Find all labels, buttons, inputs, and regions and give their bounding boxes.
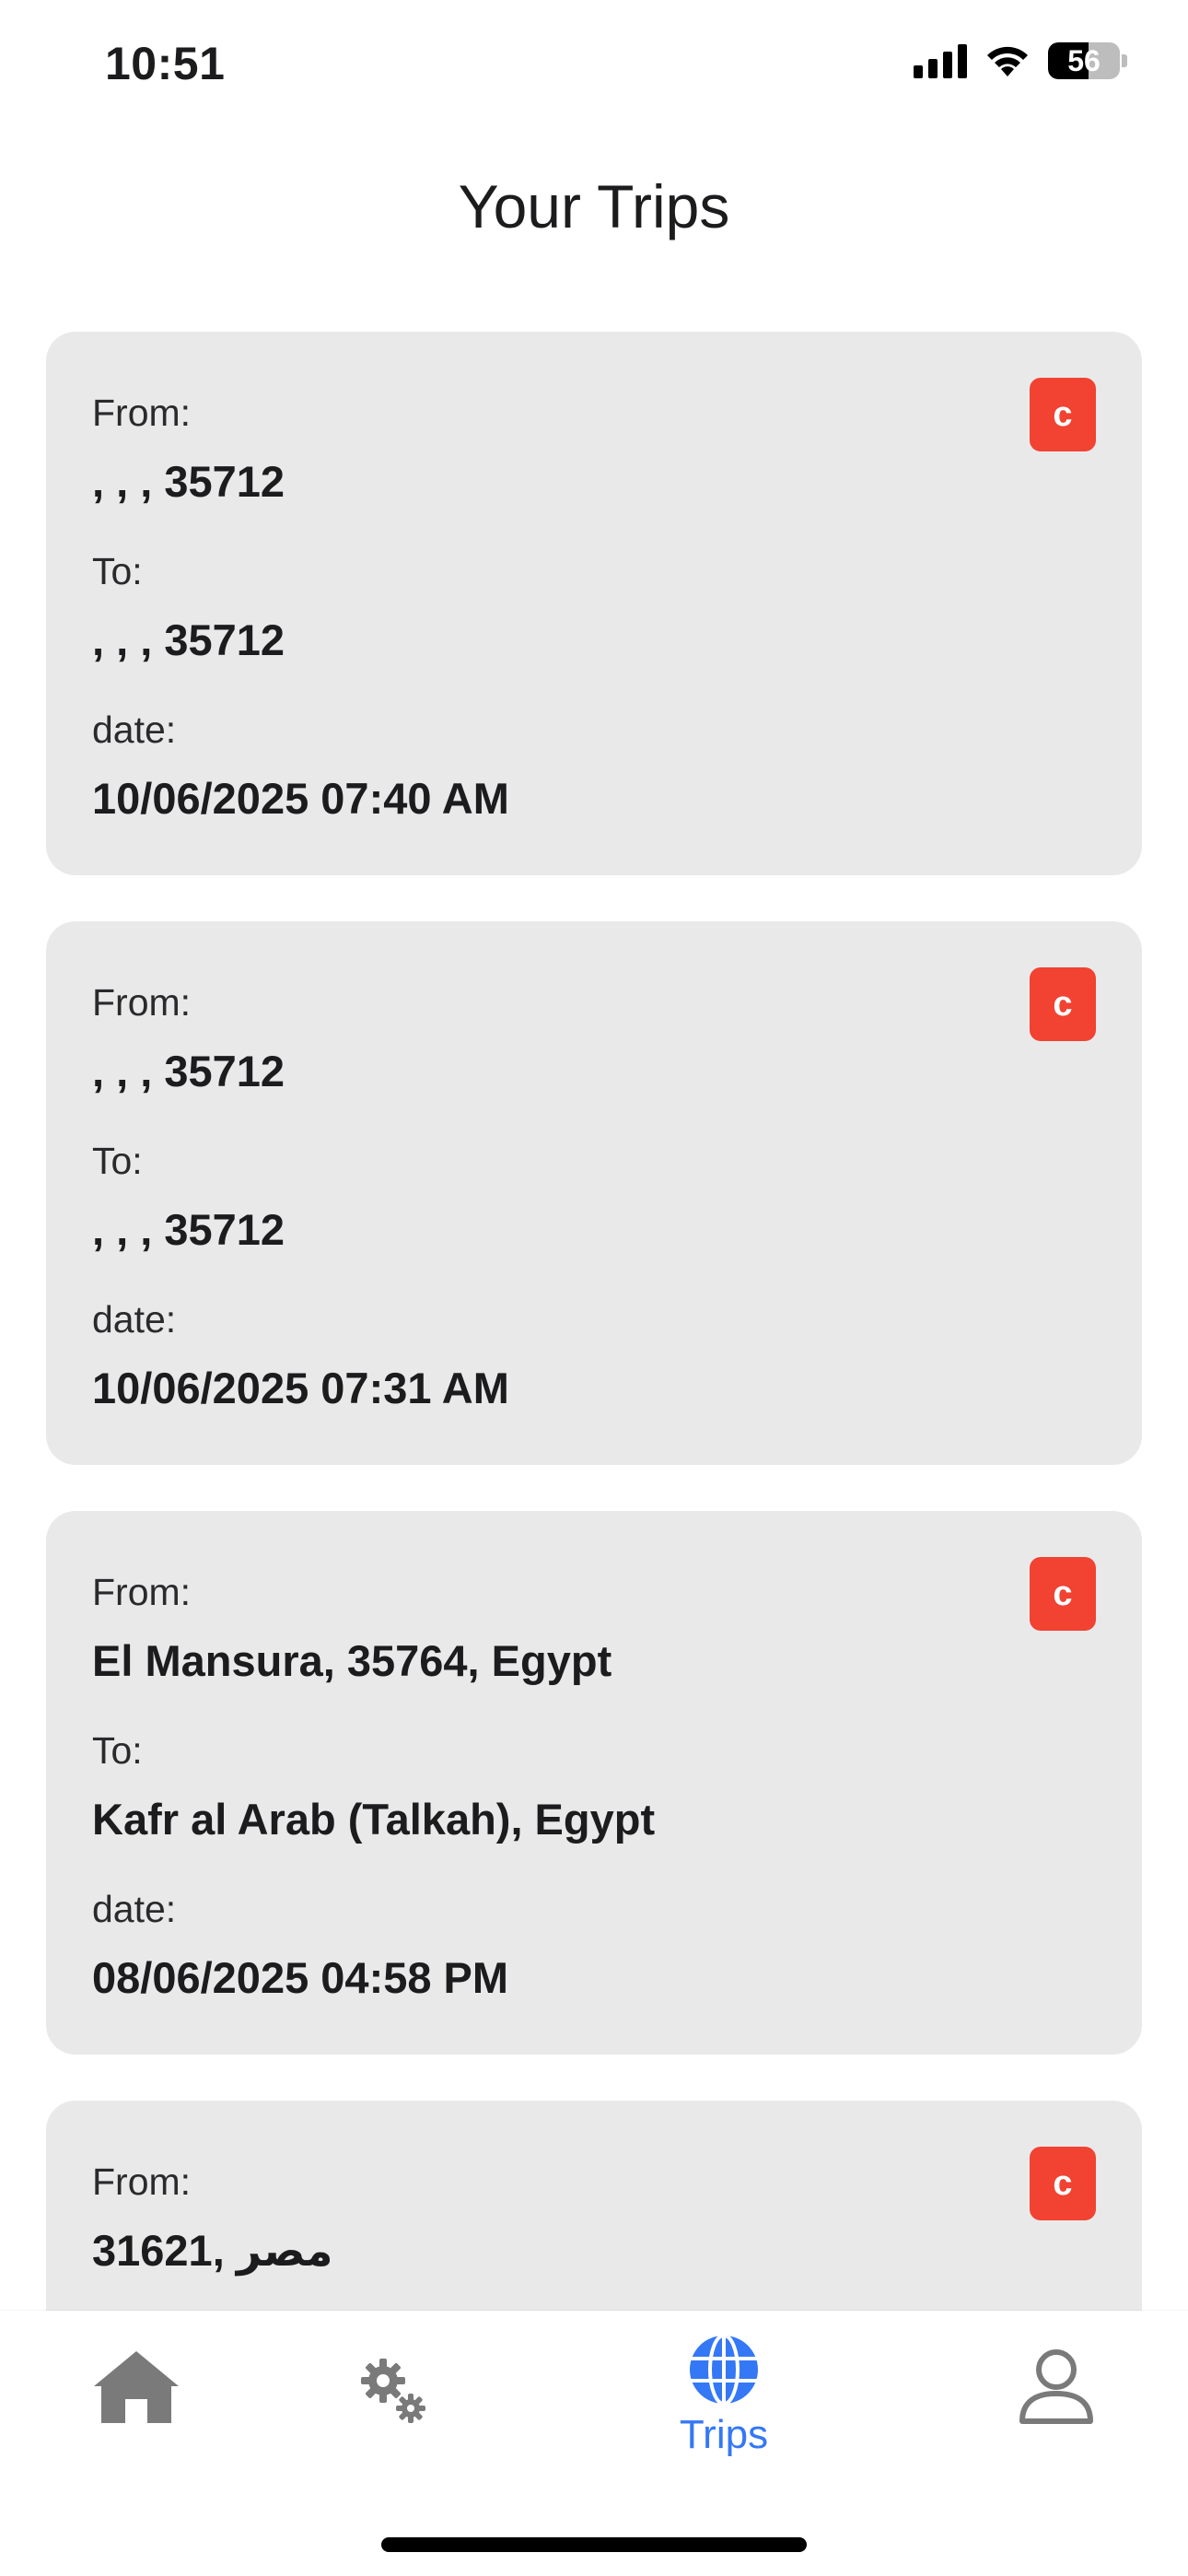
date-value: 08/06/2025 04:58 PM bbox=[92, 1953, 509, 2002]
user-icon bbox=[1019, 2349, 1093, 2424]
from-label: From: bbox=[92, 392, 192, 434]
status-bar: 10:51 56 bbox=[0, 0, 1188, 129]
date-value: 10/06/2025 07:40 AM bbox=[92, 774, 509, 823]
date-label: date: bbox=[92, 1888, 177, 1930]
from-label: From: bbox=[92, 1571, 192, 1613]
to-value: , , , 35712 bbox=[92, 1205, 285, 1254]
from-value: , , , 35712 bbox=[92, 457, 285, 506]
home-indicator[interactable] bbox=[381, 2537, 807, 2552]
trip-card[interactable]: From: El Mansura, 35764, Egypt To: Kafr … bbox=[46, 1511, 1142, 2055]
battery-level: 56 bbox=[1067, 44, 1101, 77]
from-label: From: bbox=[92, 981, 192, 1024]
to-label: To: bbox=[92, 1729, 143, 1772]
home-icon bbox=[94, 2351, 179, 2423]
cancel-trip-button[interactable]: c bbox=[1030, 378, 1096, 451]
to-label: To: bbox=[92, 1140, 143, 1182]
page-title: Your Trips bbox=[458, 172, 730, 240]
wifi-icon bbox=[987, 46, 1028, 76]
status-time: 10:51 bbox=[105, 38, 226, 89]
tab-home[interactable] bbox=[90, 2348, 182, 2532]
trips-screen: 10:51 56 Your Trips From: , , , 35712 To… bbox=[0, 0, 1188, 2576]
battery-icon: 56 bbox=[1048, 42, 1120, 79]
tab-bar: Trips bbox=[0, 2311, 1188, 2576]
from-label: From: bbox=[92, 2160, 192, 2203]
trip-card[interactable]: From: , , , 35712 To: , , , 35712 date: … bbox=[46, 332, 1142, 875]
from-value: , , , 35712 bbox=[92, 1047, 285, 1095]
tab-settings[interactable] bbox=[357, 2355, 431, 2539]
tab-profile[interactable] bbox=[1017, 2348, 1096, 2532]
cellular-signal-icon bbox=[914, 43, 967, 78]
cancel-trip-button[interactable]: c bbox=[1030, 2147, 1096, 2220]
cancel-trip-button[interactable]: c bbox=[1030, 967, 1096, 1041]
date-value: 10/06/2025 07:31 AM bbox=[92, 1364, 509, 1412]
cancel-trip-button[interactable]: c bbox=[1030, 1557, 1096, 1631]
tab-trips-label: Trips bbox=[679, 2412, 769, 2457]
from-value: El Mansura, 35764, Egypt bbox=[92, 1636, 612, 1685]
globe-icon bbox=[690, 2334, 758, 2406]
trip-card[interactable]: From: , , , 35712 To: , , , 35712 date: … bbox=[46, 921, 1142, 1465]
date-label: date: bbox=[92, 708, 177, 751]
gears-icon bbox=[361, 2359, 425, 2423]
to-label: To: bbox=[92, 550, 143, 592]
from-value: 31621, مصر bbox=[92, 2226, 333, 2275]
to-value: , , , 35712 bbox=[92, 615, 285, 664]
to-value: Kafr al Arab (Talkah), Egypt bbox=[92, 1795, 656, 1844]
tab-trips[interactable]: Trips bbox=[669, 2333, 779, 2517]
date-label: date: bbox=[92, 1298, 177, 1341]
status-icons: 56 bbox=[914, 42, 1127, 79]
trip-list[interactable]: From: , , , 35712 To: , , , 35712 date: … bbox=[46, 332, 1142, 2576]
battery-tip bbox=[1122, 54, 1127, 67]
